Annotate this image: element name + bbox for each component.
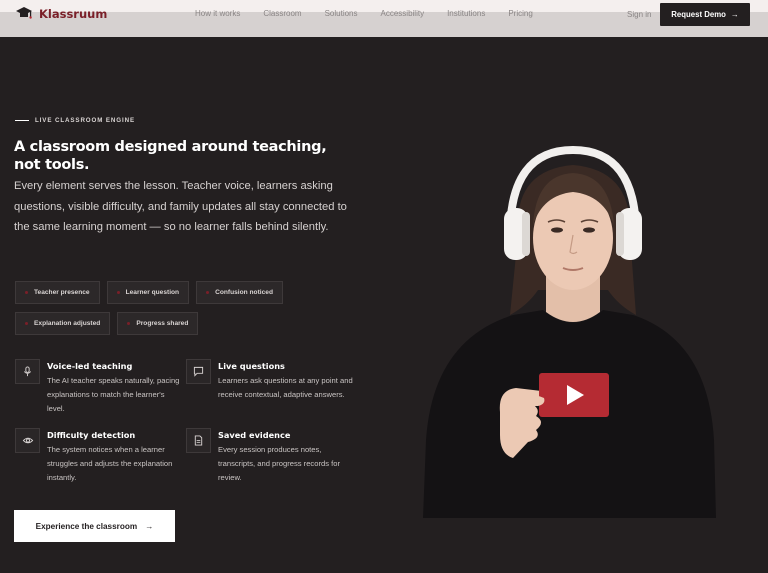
nav-accessibility[interactable]: Accessibility <box>381 9 425 18</box>
chip-dot <box>127 322 131 325</box>
feature-title: Live questions <box>218 361 285 371</box>
microphone-icon <box>23 366 32 377</box>
hero-lead: Every element serves the lesson. Teacher… <box>14 180 347 234</box>
feature-icon-box <box>15 428 40 453</box>
eyebrow: LIVE CLASSROOM ENGINE <box>15 117 135 124</box>
chip-confusion-noticed: Confusion noticed <box>196 281 283 304</box>
feature-desc: The AI teacher speaks naturally, pacing … <box>47 376 180 413</box>
feature-icon-box <box>15 359 40 384</box>
request-demo-label: Request Demo <box>671 10 726 19</box>
feature-desc: Learners ask questions at any point and … <box>218 376 353 399</box>
chip-label: Teacher presence <box>34 289 90 296</box>
sign-in-link[interactable]: Sign in <box>627 10 651 19</box>
chip-explanation-adjusted: Explanation adjusted <box>15 312 111 335</box>
request-demo-button[interactable]: Request Demo → <box>660 3 750 26</box>
chip-teacher-presence: Teacher presence <box>15 281 100 304</box>
brand-name: Klassruum <box>39 7 108 21</box>
chip-dot <box>25 291 28 294</box>
nav-institutions[interactable]: Institutions <box>447 9 485 18</box>
chip-label: Progress shared <box>136 320 189 327</box>
arrow-right-icon: → <box>730 10 739 19</box>
chip-label: Confusion noticed <box>215 289 273 296</box>
eye-icon <box>22 437 33 444</box>
cta-label: Experience the classroom <box>35 521 138 531</box>
chip-progress-shared: Progress shared <box>117 312 199 335</box>
feature-title: Voice-led teaching <box>47 361 133 371</box>
brand-logo[interactable]: Klassruum <box>15 6 107 22</box>
chip-label: Learner question <box>125 289 180 296</box>
site-header: Klassruum How it works Classroom Solutio… <box>0 0 768 37</box>
nav-pricing[interactable]: Pricing <box>508 9 532 18</box>
hero-title: A classroom designed around teaching, no… <box>14 139 327 173</box>
feature-title: Difficulty detection <box>47 430 136 440</box>
chat-icon <box>193 366 204 377</box>
feature-chips: Teacher presence Learner question Confus… <box>15 281 325 335</box>
nav-solutions[interactable]: Solutions <box>325 9 358 18</box>
feature-icon-box <box>186 359 211 384</box>
feature-desc: Every session produces notes, transcript… <box>218 445 340 482</box>
chip-learner-question: Learner question <box>106 281 190 304</box>
chip-dot <box>25 322 28 325</box>
document-icon <box>194 435 203 446</box>
student-with-headphones-image <box>423 145 716 518</box>
feature-title: Saved evidence <box>218 430 291 440</box>
chip-dot <box>206 291 210 294</box>
chip-label: Explanation adjusted <box>34 320 101 327</box>
eyebrow-line <box>15 120 29 121</box>
main-nav: How it works Classroom Solutions Accessi… <box>195 9 556 18</box>
chip-dot <box>116 291 120 294</box>
mortarboard-icon <box>16 7 32 19</box>
nav-classroom[interactable]: Classroom <box>263 9 301 18</box>
eyebrow-text: LIVE CLASSROOM ENGINE <box>35 117 136 124</box>
feature-icon-box <box>186 428 211 453</box>
feature-desc: The system notices when a learner strugg… <box>47 445 173 482</box>
nav-how-it-works[interactable]: How it works <box>195 9 240 18</box>
experience-classroom-button[interactable]: Experience the classroom → <box>14 510 175 542</box>
arrow-right-icon: → <box>145 521 154 531</box>
